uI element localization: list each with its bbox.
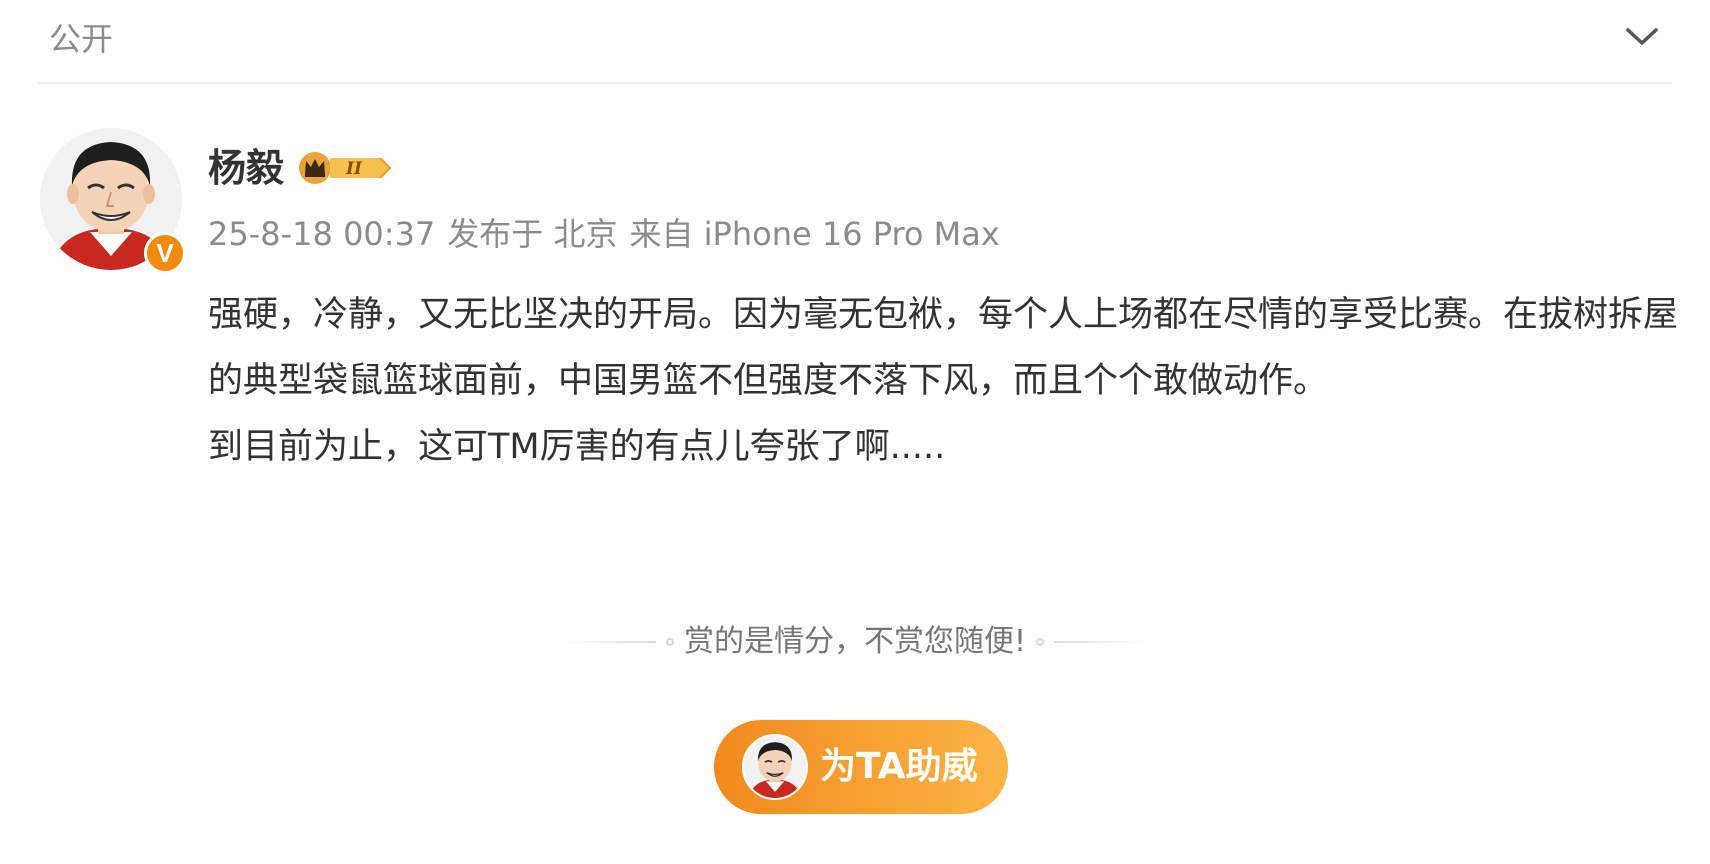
author-name[interactable]: 杨毅	[208, 142, 284, 194]
divider-dot-right	[1036, 638, 1045, 646]
vip-level: II	[345, 159, 363, 179]
support-button[interactable]: 为TA助威	[714, 720, 1008, 814]
support-avatar	[742, 734, 808, 800]
reward-divider: 赏的是情分，不赏您随便!	[0, 620, 1710, 664]
author-row: 杨毅 II	[208, 142, 396, 194]
post-timestamp[interactable]: 25-8-18 00:37	[208, 215, 435, 253]
divider-line-right	[1054, 641, 1147, 643]
chevron-down-icon[interactable]	[1622, 20, 1662, 54]
support-button-label: 为TA助威	[820, 746, 978, 787]
post-paragraph: 强硬，冷静，又无比坚决的开局。因为毫无包袱，每个人上场都在尽情的享受比赛。在拔树…	[208, 295, 1679, 401]
vip-badge[interactable]: II	[296, 149, 396, 187]
author-avatar-container[interactable]: V	[40, 128, 186, 274]
post-device: 来自 iPhone 16 Pro Max	[629, 215, 1000, 253]
post-meta: 25-8-18 00:37 发布于 北京 来自 iPhone 16 Pro Max	[208, 212, 1012, 256]
reward-text: 赏的是情分，不赏您随便!	[683, 624, 1027, 659]
post-location: 发布于 北京	[447, 215, 618, 253]
post-content: 强硬，冷静，又无比坚决的开局。因为毫无包袱，每个人上场都在尽情的享受比赛。在拔树…	[208, 282, 1688, 480]
post-paragraph: 到目前为止，这可TM厉害的有点儿夸张了啊.....	[208, 427, 946, 467]
visibility-label: 公开	[49, 20, 114, 58]
verified-badge: V	[144, 232, 186, 274]
divider-line-left	[563, 641, 656, 643]
divider-dot-left	[665, 638, 674, 646]
post-header: 公开	[38, 0, 1672, 84]
